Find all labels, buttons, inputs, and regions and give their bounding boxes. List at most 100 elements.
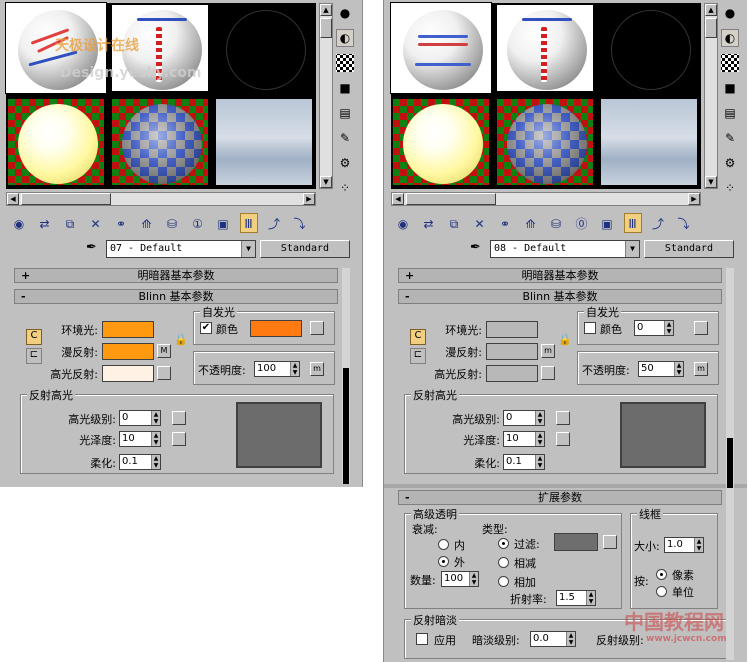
- scroll-right-icon[interactable]: ▶: [688, 193, 700, 205]
- get-material-icon[interactable]: ◉: [394, 214, 412, 234]
- select-by-material-icon[interactable]: ⁘: [721, 179, 739, 197]
- dim-level-spinner[interactable]: 0.0 ▲ ▼: [530, 631, 576, 647]
- spec-level-spinner[interactable]: 0 ▲ ▼: [503, 410, 545, 426]
- horizontal-scrollbar[interactable]: ◀ ▶: [6, 192, 316, 206]
- chevron-down-icon[interactable]: ▼: [241, 241, 255, 257]
- go-forward-to-sibling-icon[interactable]: ⤵: [675, 214, 693, 234]
- diffuse-color-swatch[interactable]: [486, 343, 538, 360]
- backlight-icon[interactable]: ◐: [336, 29, 354, 47]
- material-name-combo[interactable]: 08 - Default ▼: [490, 240, 640, 258]
- video-color-check-icon[interactable]: ▤: [721, 104, 739, 122]
- opacity-spinner[interactable]: 100 ▲ ▼: [254, 361, 300, 377]
- rollout-shader-basic[interactable]: + 明暗器基本参数: [14, 268, 338, 283]
- rollout-blinn-basic[interactable]: - Blinn 基本参数: [14, 289, 338, 304]
- sample-slot-5[interactable]: [110, 97, 210, 187]
- sample-slot-6[interactable]: [214, 97, 314, 187]
- show-end-result-icon[interactable]: Ⅲ: [239, 213, 258, 233]
- chevron-down-icon[interactable]: ▼: [625, 241, 639, 257]
- scroll-thumb[interactable]: [21, 193, 111, 205]
- filter-color-swatch[interactable]: [554, 533, 598, 551]
- scroll-right-icon[interactable]: ▶: [303, 193, 315, 205]
- self-illum-spinner[interactable]: 0 ▲ ▼: [634, 320, 674, 336]
- put-to-library-icon[interactable]: ⛁: [163, 214, 181, 234]
- make-unique-icon[interactable]: ⟰: [138, 214, 156, 234]
- uv-tiling-icon[interactable]: ■: [336, 79, 354, 97]
- spec-level-map-button[interactable]: [556, 411, 570, 425]
- scroll-thumb[interactable]: [727, 438, 733, 488]
- specular-color-swatch[interactable]: [486, 365, 538, 382]
- spec-level-map-button[interactable]: [172, 411, 186, 425]
- ior-spinner[interactable]: 1.5 ▲ ▼: [556, 590, 596, 606]
- rollout-blinn-basic[interactable]: - Blinn 基本参数: [398, 289, 722, 304]
- go-to-parent-icon[interactable]: ⤴: [265, 214, 283, 234]
- sample-slot-1[interactable]: [390, 2, 492, 94]
- video-color-check-icon[interactable]: ▤: [336, 104, 354, 122]
- scroll-down-icon[interactable]: ▼: [705, 176, 717, 188]
- rollout-extended[interactable]: - 扩展参数: [398, 490, 722, 505]
- lock-icon[interactable]: 🔒: [558, 333, 572, 346]
- sample-slot-3[interactable]: [214, 3, 314, 93]
- opacity-spinner[interactable]: 50 ▲ ▼: [638, 361, 684, 377]
- show-end-result-icon[interactable]: Ⅲ: [623, 213, 642, 233]
- eyedropper-icon[interactable]: ✒: [470, 240, 481, 255]
- material-type-button[interactable]: Standard: [260, 240, 350, 258]
- sample-type-icon[interactable]: ●: [336, 4, 354, 22]
- glossiness-spinner[interactable]: 10 ▲ ▼: [503, 431, 545, 447]
- scroll-down-icon[interactable]: ▼: [320, 176, 332, 188]
- sample-type-icon[interactable]: ●: [721, 4, 739, 22]
- background-icon[interactable]: [336, 54, 354, 72]
- specular-map-button[interactable]: [541, 366, 555, 380]
- sample-slot-4[interactable]: [391, 97, 491, 187]
- scroll-left-icon[interactable]: ◀: [7, 193, 19, 205]
- self-illum-map-button[interactable]: [310, 321, 324, 335]
- diffuse-map-button[interactable]: m: [541, 344, 555, 358]
- backlight-icon[interactable]: ◐: [721, 29, 739, 47]
- lock-icon[interactable]: ⊏: [26, 348, 42, 364]
- ambient-color-swatch[interactable]: [102, 321, 154, 338]
- panel-scrollbar[interactable]: [726, 268, 734, 660]
- amount-spinner[interactable]: 100 ▲ ▼: [441, 571, 479, 587]
- lock-icon[interactable]: 🔒: [174, 333, 188, 346]
- go-to-parent-icon[interactable]: ⤴: [649, 214, 667, 234]
- make-preview-icon[interactable]: ✎: [721, 129, 739, 147]
- reset-icon[interactable]: ✕: [471, 214, 489, 234]
- sample-slot-5[interactable]: [495, 97, 595, 187]
- scroll-thumb[interactable]: [320, 18, 332, 38]
- make-unique-icon[interactable]: ⟰: [522, 214, 540, 234]
- copy-material-icon[interactable]: ⚭: [112, 214, 130, 234]
- scroll-thumb[interactable]: [705, 18, 717, 38]
- reset-icon[interactable]: ✕: [87, 214, 105, 234]
- go-forward-to-sibling-icon[interactable]: ⤵: [291, 214, 309, 234]
- glossiness-map-button[interactable]: [172, 432, 186, 446]
- opacity-map-button[interactable]: m: [694, 362, 708, 376]
- sample-slot-4[interactable]: [6, 97, 106, 187]
- show-map-in-viewport-icon[interactable]: ▣: [598, 214, 616, 234]
- select-by-material-icon[interactable]: ⁘: [336, 179, 354, 197]
- scroll-up-icon[interactable]: ▲: [705, 4, 717, 16]
- glossiness-spinner[interactable]: 10 ▲ ▼: [119, 431, 161, 447]
- self-illum-color-checkbox[interactable]: ✔: [200, 322, 212, 334]
- vertical-scrollbar[interactable]: ▲ ▼: [704, 3, 718, 189]
- falloff-in-radio[interactable]: [438, 539, 449, 550]
- wire-pixels-radio[interactable]: [656, 569, 667, 580]
- horizontal-scrollbar[interactable]: ◀ ▶: [391, 192, 701, 206]
- options-icon[interactable]: ⚙: [336, 154, 354, 172]
- ambient-color-swatch[interactable]: [486, 321, 538, 338]
- type-subtractive-radio[interactable]: [498, 557, 509, 568]
- self-illum-color-swatch[interactable]: [250, 320, 302, 337]
- rollout-shader-basic[interactable]: + 明暗器基本参数: [398, 268, 722, 283]
- eyedropper-icon[interactable]: ✒: [86, 240, 97, 255]
- specular-map-button[interactable]: [157, 366, 171, 380]
- make-preview-icon[interactable]: ✎: [336, 129, 354, 147]
- options-icon[interactable]: ⚙: [721, 154, 739, 172]
- apply-dimming-checkbox[interactable]: [416, 633, 428, 645]
- type-additive-radio[interactable]: [498, 576, 509, 587]
- wire-size-spinner[interactable]: 1.0 ▲ ▼: [664, 537, 704, 553]
- diffuse-color-swatch[interactable]: [102, 343, 154, 360]
- spec-level-spinner[interactable]: 0 ▲ ▼: [119, 410, 161, 426]
- lock-icon[interactable]: ⊏: [410, 348, 426, 364]
- copy-material-icon[interactable]: ⚭: [496, 214, 514, 234]
- material-name-combo[interactable]: 07 - Default ▼: [106, 240, 256, 258]
- vertical-scrollbar[interactable]: ▲ ▼: [319, 3, 333, 189]
- get-material-icon[interactable]: ◉: [10, 214, 28, 234]
